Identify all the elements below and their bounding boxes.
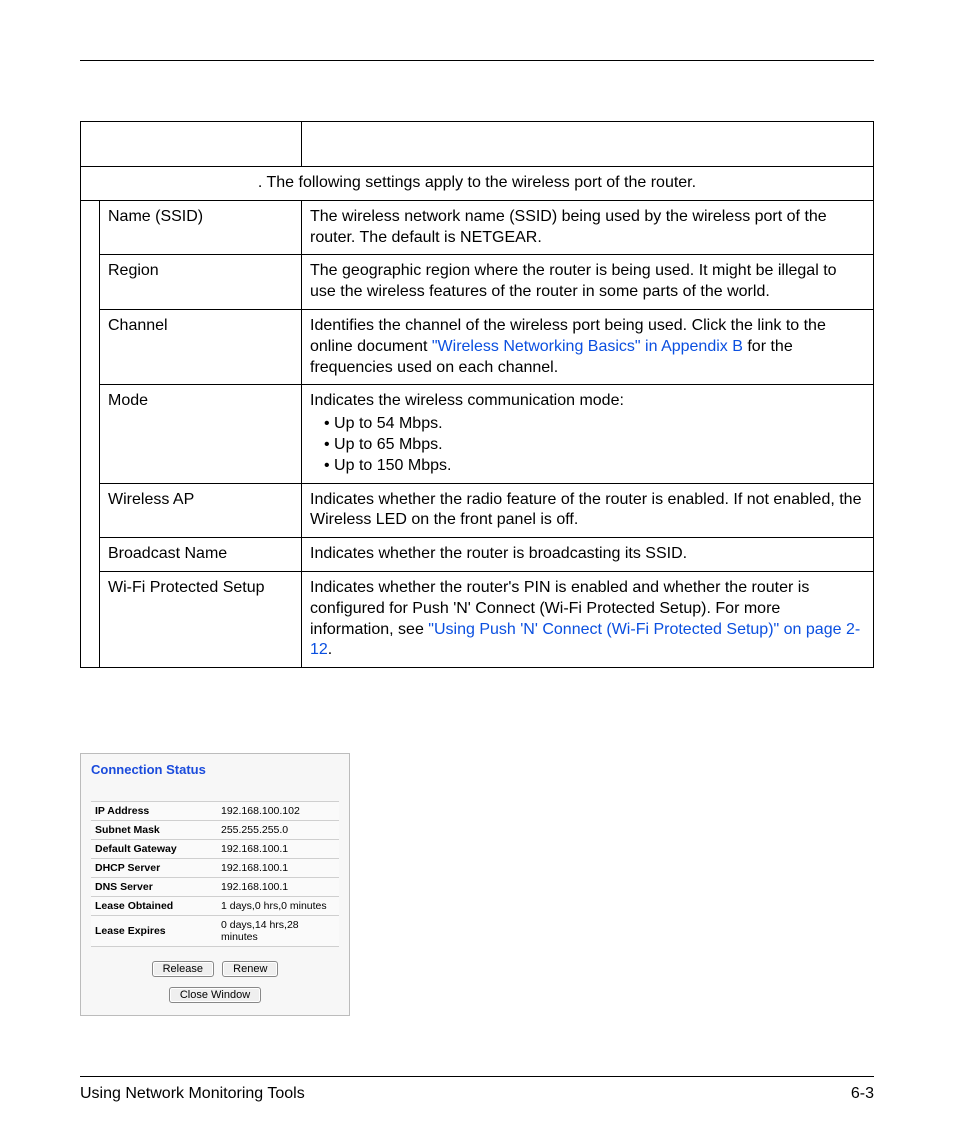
status-label: Lease Expires: [91, 916, 217, 947]
status-row: Default Gateway192.168.100.1: [91, 840, 339, 859]
desc-intro: Indicates the wireless communication mod…: [310, 392, 624, 409]
release-button[interactable]: Release: [152, 961, 214, 977]
status-row: Lease Obtained1 days,0 hrs,0 minutes: [91, 897, 339, 916]
status-value: 0 days,14 hrs,28 minutes: [217, 916, 339, 947]
status-label: Subnet Mask: [91, 821, 217, 840]
row-desc: Indicates whether the router's PIN is en…: [302, 571, 874, 667]
bullet-item: Up to 54 Mbps.: [324, 414, 865, 435]
table-header-row: [81, 122, 874, 167]
status-row: IP Address192.168.100.102: [91, 802, 339, 821]
status-row: DHCP Server192.168.100.1: [91, 859, 339, 878]
table-span-row: . The following settings apply to the wi…: [81, 167, 874, 201]
table-row: Channel Identifies the channel of the wi…: [81, 309, 874, 384]
table-row: Mode Indicates the wireless communicatio…: [81, 385, 874, 483]
top-rule: [80, 60, 874, 61]
row-desc: Indicates the wireless communication mod…: [302, 385, 874, 483]
status-label: Default Gateway: [91, 840, 217, 859]
table-row: Wireless AP Indicates whether the radio …: [81, 483, 874, 538]
status-value: 192.168.100.102: [217, 802, 339, 821]
close-window-button[interactable]: Close Window: [169, 987, 261, 1003]
status-label: DHCP Server: [91, 859, 217, 878]
status-row: Lease Expires0 days,14 hrs,28 minutes: [91, 916, 339, 947]
row-desc: The wireless network name (SSID) being u…: [302, 200, 874, 255]
row-label: Region: [100, 255, 302, 310]
status-row: DNS Server192.168.100.1: [91, 878, 339, 897]
mode-bullets: Up to 54 Mbps. Up to 65 Mbps. Up to 150 …: [310, 414, 865, 476]
row-desc: Indicates whether the router is broadcas…: [302, 538, 874, 572]
row-desc: Identifies the channel of the wireless p…: [302, 309, 874, 384]
doc-link[interactable]: "Wireless Networking Basics" in Appendix…: [432, 338, 743, 355]
status-row: Subnet Mask255.255.255.0: [91, 821, 339, 840]
row-label: Wireless AP: [100, 483, 302, 538]
row-label: Mode: [100, 385, 302, 483]
table-span-text: . The following settings apply to the wi…: [81, 167, 874, 201]
status-value: 192.168.100.1: [217, 878, 339, 897]
status-label: Lease Obtained: [91, 897, 217, 916]
bullet-item: Up to 65 Mbps.: [324, 435, 865, 456]
bullet-item: Up to 150 Mbps.: [324, 456, 865, 477]
connection-status-panel: Connection Status IP Address192.168.100.…: [80, 753, 350, 1016]
footer-left: Using Network Monitoring Tools: [80, 1085, 305, 1103]
status-table: IP Address192.168.100.102 Subnet Mask255…: [91, 801, 339, 947]
renew-button[interactable]: Renew: [222, 961, 278, 977]
desc-text-post: .: [328, 641, 332, 658]
status-label: IP Address: [91, 802, 217, 821]
table-row: Region The geographic region where the r…: [81, 255, 874, 310]
row-label: Channel: [100, 309, 302, 384]
settings-table: . The following settings apply to the wi…: [80, 121, 874, 668]
panel-title: Connection Status: [91, 762, 339, 777]
status-value: 255.255.255.0: [217, 821, 339, 840]
table-row: Name (SSID) The wireless network name (S…: [81, 200, 874, 255]
status-value: 192.168.100.1: [217, 840, 339, 859]
row-desc: Indicates whether the radio feature of t…: [302, 483, 874, 538]
status-value: 1 days,0 hrs,0 minutes: [217, 897, 339, 916]
table-row: Wi-Fi Protected Setup Indicates whether …: [81, 571, 874, 667]
row-label: Broadcast Name: [100, 538, 302, 572]
row-label: Name (SSID): [100, 200, 302, 255]
table-row: Broadcast Name Indicates whether the rou…: [81, 538, 874, 572]
row-label: Wi-Fi Protected Setup: [100, 571, 302, 667]
footer-right: 6-3: [851, 1085, 874, 1103]
row-desc: The geographic region where the router i…: [302, 255, 874, 310]
status-label: DNS Server: [91, 878, 217, 897]
bottom-rule: [80, 1076, 874, 1077]
table-stub: [81, 200, 100, 667]
status-value: 192.168.100.1: [217, 859, 339, 878]
